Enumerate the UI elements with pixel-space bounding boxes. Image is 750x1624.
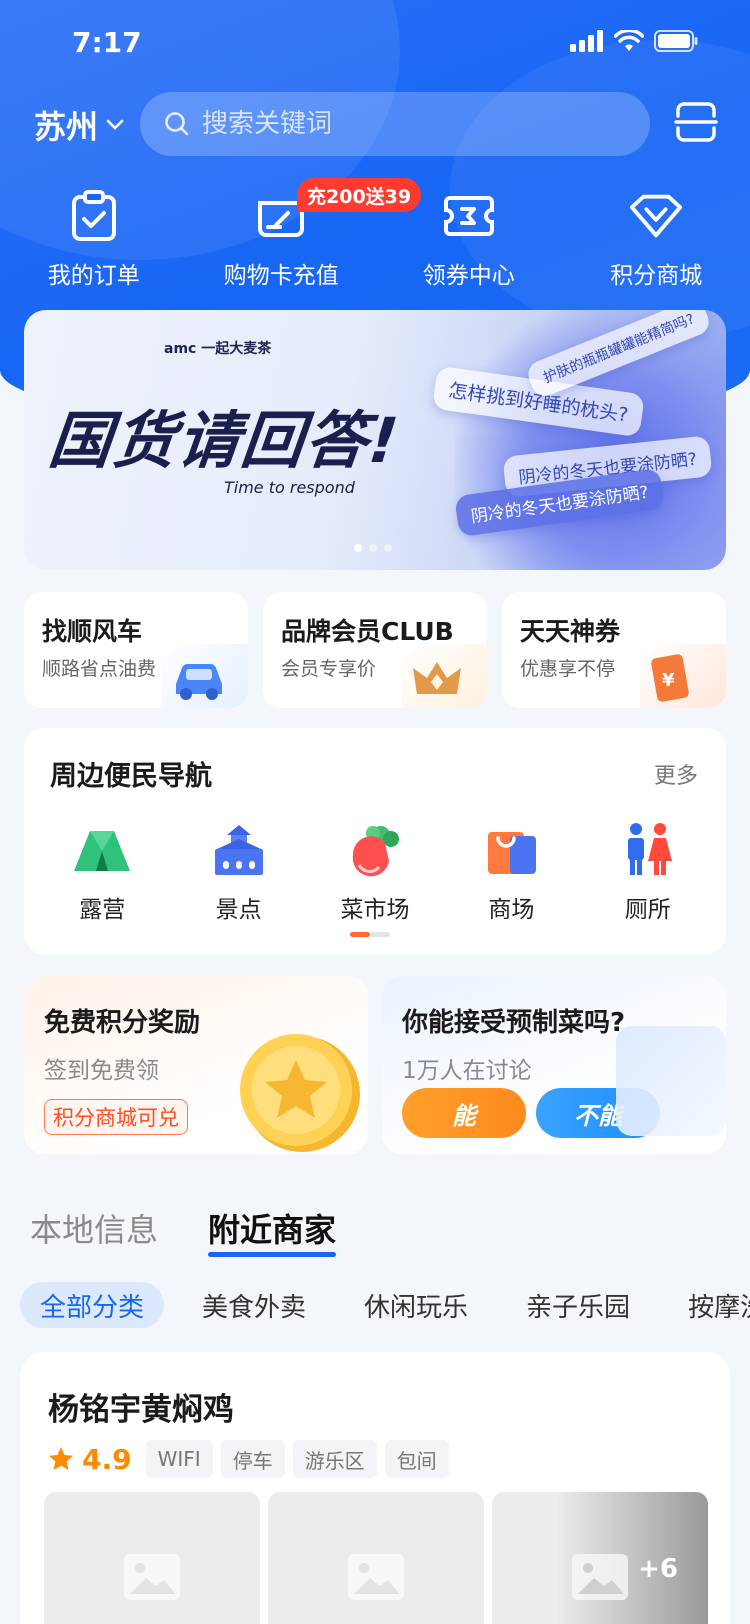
quick-entry-label: 购物卡充值 [223,263,339,289]
image-placeholder-icon [124,1554,180,1600]
recharge-promo-badge: 充200送39 [297,178,422,212]
quick-entry-orders[interactable]: 我的订单 [0,188,188,290]
chip-leisure[interactable]: 休闲玩乐 [344,1282,488,1328]
image-placeholder-icon [572,1554,628,1600]
more-photos-count: +6 [638,1554,678,1584]
feature-card-title: 找顺风车 [42,617,143,646]
diamond-icon [630,194,683,238]
feature-card-daily-coupon[interactable]: 天天神券 优惠享不停 ¥ [502,592,726,708]
nav-item-label: 菜市场 [340,897,410,923]
merchant-tag: 停车 [220,1440,285,1478]
pagination-dot [354,544,362,552]
coupon-icon [443,196,494,236]
chip-massage[interactable]: 按摩洗 [668,1282,750,1328]
nearby-nav-items: 露营 景点 菜市场 商场 厕所 [24,820,726,924]
merchant-photo-more[interactable]: +6 [492,1492,708,1624]
poll-card: 你能接受预制菜吗? 1万人在讨论 能 不能 [382,976,726,1154]
temple-icon [214,825,263,875]
image-placeholder-icon [348,1554,404,1600]
restroom-icon [627,823,672,875]
merchant-photos: +6 [44,1492,708,1624]
star-icon [49,1447,73,1470]
chip-food[interactable]: 美食外卖 [182,1282,326,1328]
search-icon [165,112,189,136]
nav-item-mall[interactable]: 商场 [451,820,571,924]
star-coin-icon [240,1034,360,1152]
content-tabs: 本地信息 附近商家 [30,1205,337,1257]
pagination-dot [369,544,377,552]
tent-icon [74,831,131,871]
pagination-dot [384,544,392,552]
merchant-rating: 4.9 [82,1442,132,1476]
feature-card-carpool[interactable]: 找顺风车 顺路省点油费 [24,592,248,708]
pagination-active [350,932,370,937]
nav-pagination [350,932,390,937]
tab-nearby-merchants[interactable]: 附近商家 [208,1205,337,1257]
svg-text:¥: ¥ [662,670,675,691]
nav-item-label: 景点 [215,897,262,923]
merchant-card[interactable]: 杨铭宇黄焖鸡 4.9 WIFI 停车 游乐区 包间 +6 [20,1352,730,1624]
nav-item-label: 厕所 [624,897,671,923]
chip-all[interactable]: 全部分类 [20,1282,165,1328]
nearby-nav-panel: 周边便民导航 更多 露营 景点 菜市场 商场 厕所 [24,728,726,954]
search-input[interactable] [202,109,622,139]
car-icon [162,644,248,708]
feature-card-title: 品牌会员CLUB [281,617,454,646]
nav-item-camping[interactable]: 露营 [42,820,162,924]
pagination-track [370,932,390,937]
city-selector[interactable]: 苏州 [34,102,124,148]
order-icon [71,190,116,241]
poll-yes-button[interactable]: 能 [402,1088,526,1138]
points-reward-card[interactable]: 免费积分奖励 签到免费领 积分商城可兑 [24,976,368,1154]
feature-card-title: 天天神券 [520,617,621,646]
merchant-name: 杨铭宇黄焖鸡 [48,1392,234,1428]
chat-bubble-decoration [616,1026,726,1136]
merchant-photo[interactable] [44,1492,260,1624]
banner-title: 国货请回答! [45,404,404,477]
tab-local-info[interactable]: 本地信息 [30,1205,158,1251]
nav-item-label: 商场 [488,897,535,923]
merchant-photo[interactable] [268,1492,484,1624]
banner-subtitle: Time to respond [224,478,355,497]
merchant-tag: WIFI [145,1440,213,1478]
feature-card-brand-club[interactable]: 品牌会员CLUB 会员专享价 [263,592,487,708]
quick-entry-label: 我的订单 [47,263,140,289]
promo-banner[interactable]: amc 一起大麦茶 国货请回答! Time to respond 怎样挑到好睡的… [24,310,726,570]
merchant-meta: 4.9 WIFI 停车 游乐区 包间 [48,1440,449,1478]
nav-item-restroom[interactable]: 厕所 [588,820,708,924]
shopping-bag-icon [488,832,537,874]
radish-icon [352,826,399,877]
more-link[interactable]: 更多 [654,758,698,790]
category-chips: 全部分类 美食外卖 休闲玩乐 亲子乐园 按摩洗 [20,1282,750,1328]
banner-logo: amc 一起大麦茶 [164,341,272,357]
search-bar[interactable] [140,92,650,156]
chevron-down-icon [106,119,124,130]
wifi-icon [614,30,644,51]
merchant-tag: 游乐区 [292,1440,377,1478]
status-time: 7:17 [72,26,142,59]
nav-item-attractions[interactable]: 景点 [179,820,299,924]
voucher-icon: ¥ [640,644,726,708]
battery-icon [654,30,698,52]
scan-icon[interactable] [674,102,718,142]
signal-icon [570,30,603,52]
nav-item-market[interactable]: 菜市场 [315,820,435,924]
status-icons [570,30,698,52]
quick-entry-points-mall[interactable]: 积分商城 [563,188,750,290]
quick-entry-label: 领券中心 [422,263,515,289]
merchant-tag: 包间 [384,1440,449,1478]
points-mall-tag: 积分商城可兑 [44,1099,188,1135]
quick-entry-label: 积分商城 [610,263,703,289]
banner-pagination [354,544,392,552]
nav-item-label: 露营 [79,897,126,923]
chip-kids[interactable]: 亲子乐园 [506,1282,650,1328]
city-label: 苏州 [34,108,99,146]
section-title: 周边便民导航 [50,761,212,792]
crown-icon [401,644,487,708]
